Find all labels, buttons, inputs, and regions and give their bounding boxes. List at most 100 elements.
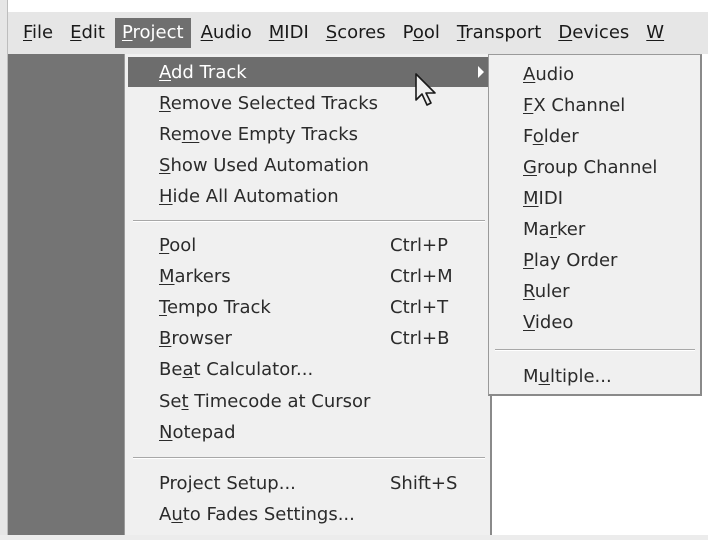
mnemonic: R: [523, 280, 535, 302]
mnemonic: M: [523, 187, 539, 209]
label-text: empo Track: [166, 296, 271, 318]
menu-item-label: Set Timecode at Cursor: [159, 391, 370, 412]
mnemonic: T: [159, 296, 167, 318]
submenu-item-marker[interactable]: Marker: [489, 214, 699, 244]
label-text: otepad: [172, 421, 236, 443]
project-menu: Add Track Remove Selected Tracks Remove …: [124, 54, 492, 538]
menu-project-label: roject: [132, 22, 184, 43]
label-text: uler: [534, 280, 570, 302]
shortcut-label: Ctrl+T: [390, 296, 449, 318]
mnemonic: u: [171, 503, 183, 525]
mnemonic: A: [523, 63, 536, 85]
label-pre: M: [523, 365, 539, 387]
mnemonic: V: [523, 311, 535, 333]
menu-item-set-timecode[interactable]: Set Timecode at Cursor: [125, 386, 491, 416]
mnemonic: R: [159, 92, 171, 114]
menu-item-label: Browser: [159, 328, 232, 349]
menu-edit-mnemonic: E: [70, 22, 82, 43]
submenu-item-audio[interactable]: Audio: [489, 59, 699, 89]
project-workspace: [8, 54, 126, 535]
label-text: ove Empty Tracks: [199, 123, 359, 145]
menu-item-label: Show Used Automation: [159, 155, 369, 176]
menu-scores-label: cores: [337, 22, 386, 43]
menu-midi[interactable]: MIDI: [262, 18, 316, 48]
menu-edit-label: dit: [81, 22, 105, 43]
mnemonic: F: [523, 94, 534, 116]
submenu-item-label: Play Order: [523, 250, 617, 271]
label-pre: A: [159, 503, 172, 525]
mnemonic: M: [159, 265, 175, 287]
submenu-item-fx-channel[interactable]: FX Channel: [489, 90, 699, 120]
submenu-item-label: Ruler: [523, 281, 570, 302]
label-text: ool: [169, 234, 197, 256]
menu-audio[interactable]: Audio: [194, 18, 259, 48]
menu-audio-mnemonic: A: [200, 22, 213, 43]
menu-window-mnemonic: W: [646, 22, 665, 43]
menu-item-pool[interactable]: Pool Ctrl+P: [125, 230, 491, 260]
shortcut-label: Ctrl+M: [390, 265, 453, 287]
label-text: emove Selected Tracks: [170, 92, 379, 114]
label-text: to Fades Settings...: [182, 503, 355, 525]
menu-transport-label: ransport: [465, 22, 542, 43]
menu-project[interactable]: Project: [114, 18, 191, 48]
submenu-item-label: MIDI: [523, 188, 563, 209]
menu-item-tempo-track[interactable]: Tempo Track Ctrl+T: [125, 292, 491, 322]
mnemonic: G: [523, 156, 537, 178]
label-text: ker: [556, 218, 586, 240]
menu-item-project-setup[interactable]: Project Setup... Shift+S: [125, 468, 491, 498]
submenu-item-folder[interactable]: Folder: [489, 121, 699, 151]
label-pre: Re: [159, 123, 182, 145]
app-window: File Edit Project Audio MIDI Scores Pool…: [0, 0, 708, 540]
menu-item-browser[interactable]: Browser Ctrl+B: [125, 323, 491, 353]
menu-edit[interactable]: Edit: [63, 18, 112, 48]
menu-item-label: Beat Calculator...: [159, 359, 313, 380]
mnemonic: A: [159, 61, 171, 83]
mnemonic: r: [549, 218, 557, 240]
menu-item-markers[interactable]: Markers Ctrl+M: [125, 261, 491, 291]
menu-item-show-used-automation[interactable]: Show Used Automation: [125, 150, 491, 180]
menu-project-mnemonic: P: [121, 22, 133, 43]
mnemonic: a: [182, 358, 194, 380]
label-text: ltiple...: [549, 365, 612, 387]
mnemonic: P: [159, 234, 170, 256]
submenu-item-play-order[interactable]: Play Order: [489, 245, 699, 275]
menu-item-notepad[interactable]: Notepad: [125, 417, 491, 447]
label-text: dd Track: [171, 61, 247, 83]
submenu-arrow-icon: [478, 66, 484, 78]
menu-item-label: Project Setup...: [159, 473, 296, 494]
menu-pool[interactable]: Pool: [396, 18, 447, 48]
label-text: how Used Automation: [170, 154, 369, 176]
menu-item-label: Remove Selected Tracks: [159, 93, 378, 114]
menu-pool-label: ol: [423, 22, 440, 43]
menu-file[interactable]: File: [16, 18, 60, 48]
mnemonic: o: [532, 125, 544, 147]
menu-window[interactable]: W: [639, 18, 664, 48]
label-text: arkers: [174, 265, 231, 287]
menu-item-hide-all-automation[interactable]: Hide All Automation: [125, 181, 491, 211]
menu-item-label: Markers: [159, 266, 231, 287]
menu-midi-label: IDI: [284, 22, 309, 43]
menu-transport[interactable]: Transport: [450, 18, 548, 48]
submenu-item-group-channel[interactable]: Group Channel: [489, 152, 699, 182]
menu-item-auto-fades-settings[interactable]: Auto Fades Settings...: [125, 499, 491, 529]
menu-devices-label: evices: [572, 22, 630, 43]
submenu-item-ruler[interactable]: Ruler: [489, 276, 699, 306]
add-track-submenu: Audio FX Channel Folder Group Channel MI…: [488, 54, 702, 396]
menu-item-remove-empty-tracks[interactable]: Remove Empty Tracks: [125, 119, 491, 149]
submenu-item-label: Folder: [523, 126, 579, 147]
menu-pool-mnemonic: o: [412, 22, 424, 43]
menu-file-mnemonic: F: [23, 22, 33, 43]
menu-separator: [133, 220, 485, 222]
submenu-item-label: Group Channel: [523, 157, 657, 178]
submenu-item-label: FX Channel: [523, 95, 625, 116]
submenu-item-multiple[interactable]: Multiple...: [489, 361, 699, 391]
shortcut-label: Shift+S: [390, 472, 458, 494]
menu-scores[interactable]: Scores: [319, 18, 393, 48]
menu-devices[interactable]: Devices: [551, 18, 636, 48]
submenu-item-midi[interactable]: MIDI: [489, 183, 699, 213]
menu-item-beat-calculator[interactable]: Beat Calculator...: [125, 354, 491, 384]
label-text: ect Setup...: [192, 472, 296, 494]
label-text: rowser: [171, 327, 232, 349]
menu-item-label: Auto Fades Settings...: [159, 504, 355, 525]
submenu-item-video[interactable]: Video: [489, 307, 699, 337]
